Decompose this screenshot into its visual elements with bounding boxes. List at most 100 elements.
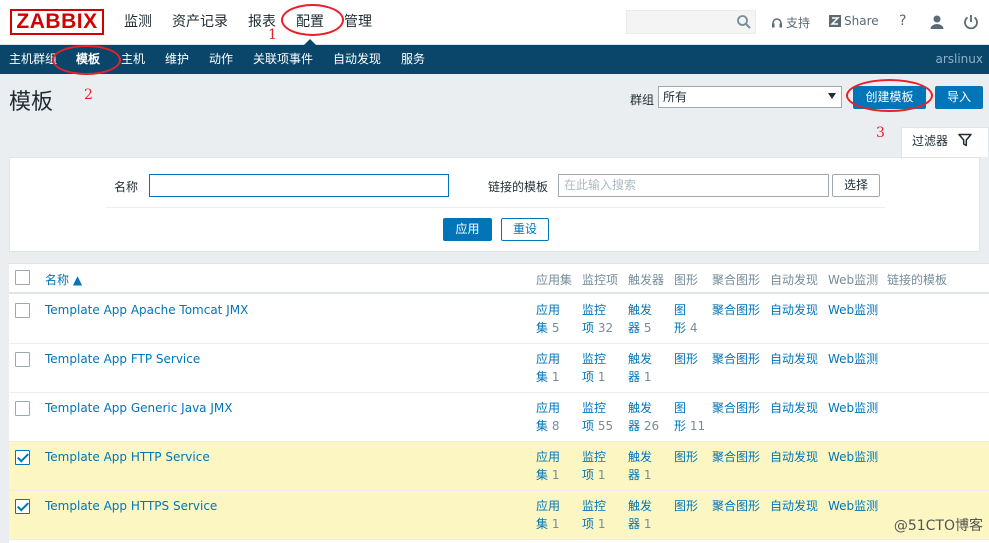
template-name-link[interactable]: Template App FTP Service bbox=[45, 350, 200, 368]
triggers-link-line1: 触发 bbox=[628, 352, 653, 366]
subnav-correlation[interactable]: 关联项事件 bbox=[253, 45, 313, 74]
row-checkbox[interactable] bbox=[15, 303, 30, 318]
graphs-link[interactable]: 图形 bbox=[674, 448, 698, 466]
graphs-link[interactable]: 图形 4 bbox=[674, 301, 697, 337]
applications-link-suffix: 集 bbox=[536, 370, 549, 384]
graphs-link-count: 4 bbox=[689, 321, 698, 335]
applications-link[interactable]: 应用集 8 bbox=[536, 399, 560, 435]
filter-tab[interactable]: 过滤器 bbox=[901, 127, 989, 157]
nav-monitoring[interactable]: 监测 bbox=[114, 0, 162, 45]
row-checkbox[interactable] bbox=[15, 499, 30, 514]
items-link-count: 55 bbox=[597, 419, 614, 433]
dropdown-caret-icon bbox=[828, 93, 836, 99]
template-name-link[interactable]: Template App Generic Java JMX bbox=[45, 399, 232, 417]
applications-link[interactable]: 应用集 5 bbox=[536, 301, 560, 337]
group-label: 群组 bbox=[630, 93, 655, 107]
table-row[interactable]: Template App FTP Service 应用集 1 监控项 1 触发器 1图… bbox=[9, 344, 989, 393]
annotation-number-1: 1 bbox=[268, 27, 277, 43]
filter-apply-button[interactable]: 应用 bbox=[443, 218, 492, 241]
web-scenarios-link[interactable]: Web监测 bbox=[828, 301, 878, 319]
template-name-link[interactable]: Template App Apache Tomcat JMX bbox=[45, 301, 248, 319]
discovery-link[interactable]: 自动发现 bbox=[770, 350, 818, 368]
subnav-host-groups[interactable]: 主机群组 bbox=[9, 45, 57, 74]
col-discovery: 自动发现 bbox=[770, 273, 819, 287]
search-icon[interactable] bbox=[736, 14, 752, 30]
share-z-icon bbox=[829, 15, 841, 27]
col-name-sort[interactable]: 名称 ▲ bbox=[45, 271, 82, 288]
table-row[interactable]: Template App HTTP Service 应用集 1 监控项 1 触发器 1… bbox=[9, 442, 989, 491]
items-link-suffix: 项 bbox=[582, 370, 595, 384]
row-checkbox[interactable] bbox=[15, 401, 30, 416]
template-name-link[interactable]: Template App HTTP Service bbox=[45, 448, 210, 466]
items-link-line2: 项 55 bbox=[582, 417, 613, 435]
nav-inventory[interactable]: 资产记录 bbox=[162, 0, 238, 45]
template-name-link[interactable]: Template App HTTPS Service bbox=[45, 497, 217, 515]
linked-templates-search-input[interactable]: 在此输入搜索 bbox=[558, 174, 829, 197]
annotation-number-2: 2 bbox=[84, 87, 93, 103]
triggers-link[interactable]: 触发器 5 bbox=[628, 301, 652, 337]
watermark: @51CTO博客 bbox=[893, 518, 983, 534]
subnav-discovery[interactable]: 自动发现 bbox=[333, 45, 381, 74]
col-applications: 应用集 bbox=[536, 273, 573, 287]
applications-link[interactable]: 应用集 1 bbox=[536, 497, 560, 533]
items-link[interactable]: 监控项 1 bbox=[582, 350, 606, 386]
filter-reset-button[interactable]: 重设 bbox=[501, 218, 549, 241]
web-scenarios-link[interactable]: Web监测 bbox=[828, 350, 878, 368]
table-row[interactable]: Template App Generic Java JMX 应用集 8 监控项 55… bbox=[9, 393, 989, 442]
table-row[interactable]: Template App HTTPS Service 应用集 1 监控项 1 触发器 … bbox=[9, 491, 989, 540]
screens-link[interactable]: 聚合图形 bbox=[712, 448, 760, 466]
subnav-services[interactable]: 服务 bbox=[401, 45, 425, 74]
select-templates-button[interactable]: 选择 bbox=[832, 174, 880, 197]
triggers-link-line2: 器 1 bbox=[628, 368, 652, 386]
help-link[interactable]: ? bbox=[899, 13, 906, 29]
row-checkbox[interactable] bbox=[15, 352, 30, 367]
applications-link[interactable]: 应用集 1 bbox=[536, 350, 560, 386]
items-link-suffix: 项 bbox=[582, 468, 595, 482]
annotation-circle-templates bbox=[52, 45, 121, 75]
discovery-link[interactable]: 自动发现 bbox=[770, 448, 818, 466]
row-checkbox[interactable] bbox=[15, 450, 30, 465]
web-scenarios-link[interactable]: Web监测 bbox=[828, 448, 878, 466]
triggers-link-line2: 器 26 bbox=[628, 417, 659, 435]
discovery-link[interactable]: 自动发现 bbox=[770, 399, 818, 417]
power-sign-out-icon[interactable] bbox=[962, 13, 980, 31]
discovery-link[interactable]: 自动发现 bbox=[770, 497, 818, 515]
zabbix-logo[interactable]: ZABBIX bbox=[10, 9, 104, 35]
select-all-checkbox[interactable] bbox=[15, 270, 30, 285]
screens-link[interactable]: 聚合图形 bbox=[712, 497, 760, 515]
user-profile-icon[interactable] bbox=[928, 13, 946, 31]
subnav-maintenance[interactable]: 维护 bbox=[165, 45, 189, 74]
subnav-actions[interactable]: 动作 bbox=[209, 45, 233, 74]
triggers-link[interactable]: 触发器 1 bbox=[628, 497, 652, 533]
support-link[interactable]: 支持 bbox=[771, 14, 810, 31]
graphs-link[interactable]: 图形 bbox=[674, 497, 698, 515]
name-filter-input[interactable] bbox=[149, 174, 449, 197]
items-link-line2: 项 1 bbox=[582, 466, 606, 484]
annotation-circle-config bbox=[281, 4, 344, 36]
applications-link[interactable]: 应用集 1 bbox=[536, 448, 560, 484]
screens-link[interactable]: 聚合图形 bbox=[712, 350, 760, 368]
graphs-link[interactable]: 图形 11 bbox=[674, 399, 705, 435]
table-row[interactable]: Template App Apache Tomcat JMX 应用集 5 监控项 3… bbox=[9, 295, 989, 344]
items-link[interactable]: 监控项 32 bbox=[582, 301, 613, 337]
group-select[interactable]: 所有 bbox=[658, 86, 842, 108]
discovery-link[interactable]: 自动发现 bbox=[770, 301, 818, 319]
filter-funnel-icon[interactable] bbox=[958, 133, 972, 147]
web-scenarios-link[interactable]: Web监测 bbox=[828, 399, 878, 417]
items-link[interactable]: 监控项 1 bbox=[582, 497, 606, 533]
items-link[interactable]: 监控项 55 bbox=[582, 399, 613, 435]
subnav-hosts[interactable]: 主机 bbox=[121, 45, 145, 74]
nav-reports[interactable]: 报表 bbox=[238, 0, 286, 45]
items-link[interactable]: 监控项 1 bbox=[582, 448, 606, 484]
import-button[interactable]: 导入 bbox=[935, 86, 983, 109]
screens-link[interactable]: 聚合图形 bbox=[712, 301, 760, 319]
web-scenarios-link[interactable]: Web监测 bbox=[828, 497, 878, 515]
triggers-link[interactable]: 触发器 1 bbox=[628, 448, 652, 484]
graphs-link-line1: 图形 bbox=[674, 499, 699, 513]
triggers-link[interactable]: 触发器 1 bbox=[628, 350, 652, 386]
graphs-link[interactable]: 图形 bbox=[674, 350, 698, 368]
screens-link[interactable]: 聚合图形 bbox=[712, 399, 760, 417]
applications-link-line1: 应用 bbox=[536, 352, 561, 366]
share-link[interactable]: Share bbox=[829, 14, 879, 28]
triggers-link[interactable]: 触发器 26 bbox=[628, 399, 659, 435]
